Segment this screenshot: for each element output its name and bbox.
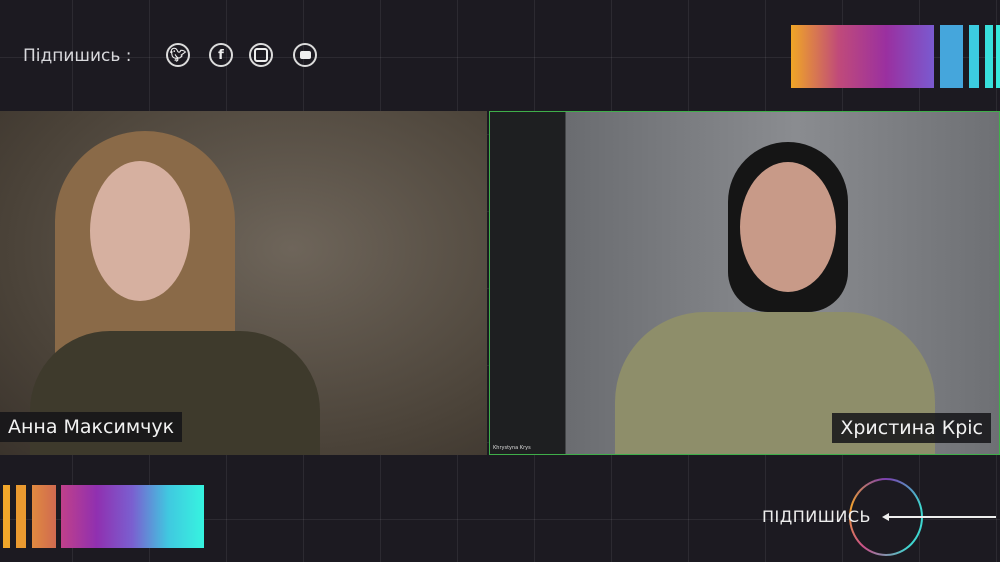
decor-stripe <box>940 25 963 88</box>
decor-stripe <box>16 485 26 548</box>
twitter-icon[interactable]: 🐦︎ <box>166 43 190 67</box>
participant-face <box>90 161 190 301</box>
instagram-icon[interactable] <box>249 43 273 67</box>
youtube-icon[interactable] <box>293 43 317 67</box>
decor-gradient-bar <box>61 485 204 548</box>
arrow-left-icon <box>882 513 996 521</box>
participant-face <box>740 162 836 292</box>
decor-stripe <box>996 25 1000 88</box>
video-tile-participant-1[interactable]: Анна Максимчук <box>0 111 487 455</box>
participant-name: Христина Кріс <box>832 413 991 443</box>
tile-label: Khrystyna Krys <box>493 445 531 451</box>
subscribe-button[interactable]: ПІДПИШИСЬ <box>762 507 871 526</box>
decor-gradient-bar <box>791 25 934 88</box>
decor-stripe <box>985 25 993 88</box>
decor-stripe <box>32 485 56 548</box>
video-tile-participant-2[interactable]: Khrystyna Krys Христина Кріс <box>489 111 1000 455</box>
decor-stripe <box>969 25 979 88</box>
decor-stripe <box>3 485 10 548</box>
facebook-icon[interactable]: f <box>209 43 233 67</box>
subscribe-label: Підпишись : <box>23 46 132 66</box>
participant-name: Анна Максимчук <box>0 412 183 442</box>
